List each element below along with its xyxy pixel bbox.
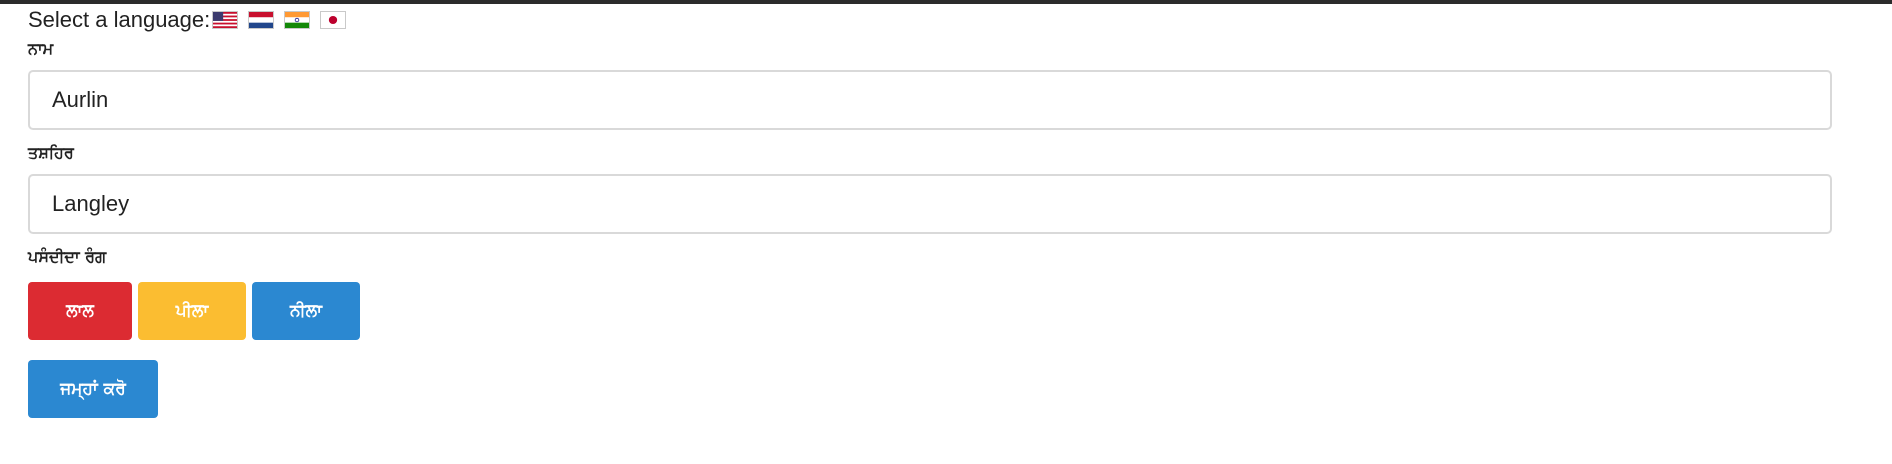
form-container: Select a language: ਨਾਮ Aurlin ਤਸ਼ਹਿਰ Lan…	[28, 4, 1832, 418]
red-button[interactable]: ਲਾਲ	[28, 282, 132, 340]
language-selector: Select a language:	[28, 4, 1832, 36]
blue-button[interactable]: ਨੀਲਾ	[252, 282, 360, 340]
name-input[interactable]	[28, 70, 1832, 130]
flag-list	[212, 11, 356, 29]
yellow-button[interactable]: ਪੀਲਾ	[138, 282, 246, 340]
india-flag-icon[interactable]	[284, 11, 311, 29]
city-input[interactable]	[28, 174, 1832, 234]
name-label: ਨਾਮ	[28, 39, 54, 58]
netherlands-flag-icon[interactable]	[248, 11, 275, 29]
language-selector-label: Select a language:	[28, 7, 211, 32]
us-flag-icon[interactable]	[212, 11, 239, 29]
city-label: ਤਸ਼ਹਿਰ	[28, 143, 74, 162]
japan-flag-icon[interactable]	[320, 11, 347, 29]
favorite-color-label: ਪਸੰਦੀਦਾ ਰੰਗ	[28, 247, 107, 266]
color-button-group: ਲਾਲ ਪੀਲਾ ਨੀਲਾ	[28, 282, 1832, 340]
submit-button[interactable]: ਜਮ੍ਹਾਂ ਕਰੋ	[28, 360, 158, 418]
